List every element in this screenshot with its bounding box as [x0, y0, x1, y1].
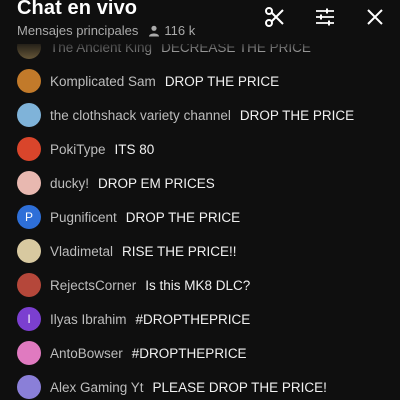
avatar-letter: I — [27, 312, 31, 326]
message-text: #DROPTHEPRICE — [135, 311, 251, 327]
chat-message: I Ilyas Ibrahim #DROPTHEPRICE — [0, 302, 400, 336]
author-name[interactable]: Vladimetal — [50, 244, 113, 259]
chat-message: RejectsCorner Is this MK8 DLC? — [0, 268, 400, 302]
chat-header: Chat en vivo Mensajes principales 116 k — [0, 0, 400, 44]
message-text: RISE THE PRICE!! — [122, 243, 237, 259]
author-avatar[interactable] — [17, 341, 41, 365]
message-text: ITS 80 — [114, 141, 155, 157]
author-avatar[interactable] — [17, 137, 41, 161]
close-icon[interactable] — [363, 5, 387, 29]
chat-message: AntoBowser #DROPTHEPRICE — [0, 336, 400, 370]
author-name[interactable]: PokiType — [50, 142, 106, 157]
settings-sliders-icon[interactable] — [313, 5, 337, 29]
message-text: #DROPTHEPRICE — [131, 345, 247, 361]
chat-title: Chat en vivo — [17, 0, 138, 19]
scissors-clip-icon[interactable] — [263, 5, 287, 29]
chat-message-list[interactable]: The Ancient King DECREASE THE PRICE Kompl… — [0, 30, 400, 400]
chat-message: PokiType ITS 80 — [0, 132, 400, 166]
message-text: PLEASE DROP THE PRICE! — [152, 379, 327, 395]
author-name[interactable]: Komplicated Sam — [50, 74, 156, 89]
chat-message: the clothshack variety channel DROP THE P… — [0, 98, 400, 132]
chat-subtitle: Mensajes principales 116 k — [17, 23, 195, 38]
author-name[interactable]: RejectsCorner — [50, 278, 136, 293]
message-text: DROP THE PRICE — [164, 73, 280, 89]
message-text: DROP THE PRICE — [125, 209, 241, 225]
message-text: Is this MK8 DLC? — [145, 277, 251, 293]
chat-message: Vladimetal RISE THE PRICE!! — [0, 234, 400, 268]
viewers-person-icon — [148, 25, 160, 37]
author-avatar[interactable]: P — [17, 205, 41, 229]
viewer-count: 116 k — [164, 23, 196, 38]
chat-message: Alex Gaming Yt PLEASE DROP THE PRICE! — [0, 370, 400, 400]
author-avatar[interactable] — [17, 273, 41, 297]
message-text: DROP THE PRICE — [239, 107, 355, 123]
chat-message: ducky! DROP EM PRICES — [0, 166, 400, 200]
avatar-letter: P — [24, 210, 33, 224]
author-name[interactable]: Pugnificent — [50, 210, 117, 225]
author-avatar[interactable] — [17, 239, 41, 263]
message-text: DROP EM PRICES — [98, 175, 215, 191]
author-avatar[interactable] — [17, 171, 41, 195]
author-avatar[interactable]: I — [17, 307, 41, 331]
author-name[interactable]: ducky! — [50, 176, 89, 191]
author-avatar[interactable] — [17, 103, 41, 127]
chat-filter-dropdown[interactable]: Mensajes principales — [17, 23, 138, 38]
author-name[interactable]: AntoBowser — [50, 346, 123, 361]
author-avatar[interactable] — [17, 375, 41, 399]
author-name[interactable]: Ilyas Ibrahim — [50, 312, 127, 327]
author-name[interactable]: the clothshack variety channel — [50, 108, 231, 123]
chat-message: Komplicated Sam DROP THE PRICE — [0, 64, 400, 98]
author-name[interactable]: Alex Gaming Yt — [50, 380, 144, 395]
author-avatar[interactable] — [17, 69, 41, 93]
chat-message: P Pugnificent DROP THE PRICE — [0, 200, 400, 234]
